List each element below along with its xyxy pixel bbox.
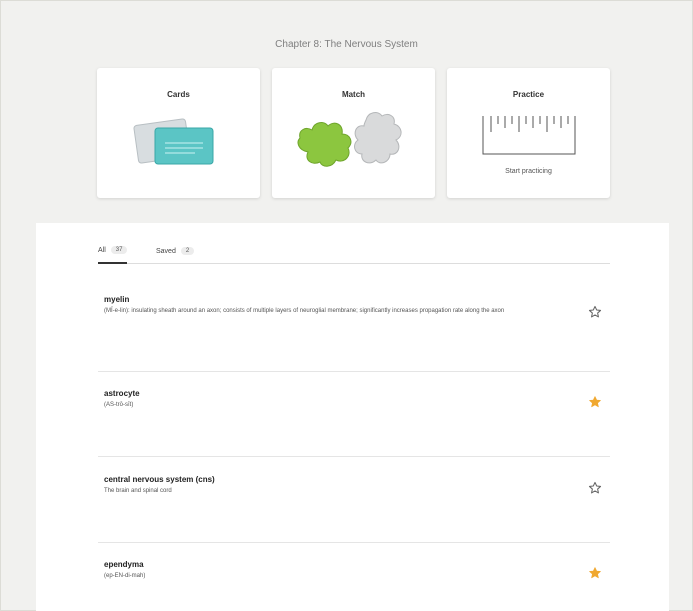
tab-saved[interactable]: Saved 2 <box>156 244 195 264</box>
mode-title: Match <box>341 90 366 99</box>
term-row: astrocyte (AS-trō-sīt) <box>104 389 610 429</box>
term-name: myelin <box>104 295 130 304</box>
term-name: ependyma <box>104 560 144 569</box>
row-divider <box>98 371 610 372</box>
term-row: ependyma (ep-EN-di-mah) <box>104 560 610 600</box>
term-list-panel: All 37 Saved 2 myelin (MÏ-e-lin): insula… <box>36 223 669 611</box>
start-practicing-label[interactable]: Start practicing <box>447 168 610 175</box>
row-divider <box>98 456 610 457</box>
term-definition: (AS-trō-sīt) <box>104 402 134 408</box>
mode-card-cards[interactable]: Cards <box>97 68 260 198</box>
mode-title: Cards <box>167 90 190 99</box>
chapter-title: Chapter 8: The Nervous System <box>275 39 418 50</box>
mode-title: Practice <box>512 90 545 99</box>
puzzle-icon <box>297 112 402 167</box>
tab-label: Saved <box>156 247 176 255</box>
tab-label: All <box>98 246 106 254</box>
term-definition: (MÏ-e-lin): insulating sheath around an … <box>104 308 505 314</box>
term-definition: (ep-EN-di-mah) <box>104 573 146 579</box>
term-name: central nervous system (cns) <box>104 475 215 484</box>
mode-card-match[interactable]: Match <box>272 68 435 198</box>
tab-all[interactable]: All 37 <box>98 244 128 264</box>
tab-count-badge: 37 <box>110 246 128 254</box>
mode-card-practice[interactable]: Practice Start practicing <box>447 68 610 198</box>
ruler-icon <box>482 116 576 155</box>
flashcards-icon <box>133 118 214 165</box>
term-row: central nervous system (cns) The brain a… <box>104 475 610 515</box>
row-divider <box>98 542 610 543</box>
tab-count-badge: 2 <box>180 247 195 255</box>
term-name: astrocyte <box>104 389 140 398</box>
star-filled-icon[interactable] <box>588 566 602 580</box>
star-outline-icon[interactable] <box>588 481 602 495</box>
filter-tabs: All 37 Saved 2 <box>98 238 610 264</box>
term-row: myelin (MÏ-e-lin): insulating sheath aro… <box>104 295 610 355</box>
term-definition: The brain and spinal cord <box>104 488 172 494</box>
star-filled-icon[interactable] <box>588 395 602 409</box>
star-outline-icon[interactable] <box>588 305 602 319</box>
